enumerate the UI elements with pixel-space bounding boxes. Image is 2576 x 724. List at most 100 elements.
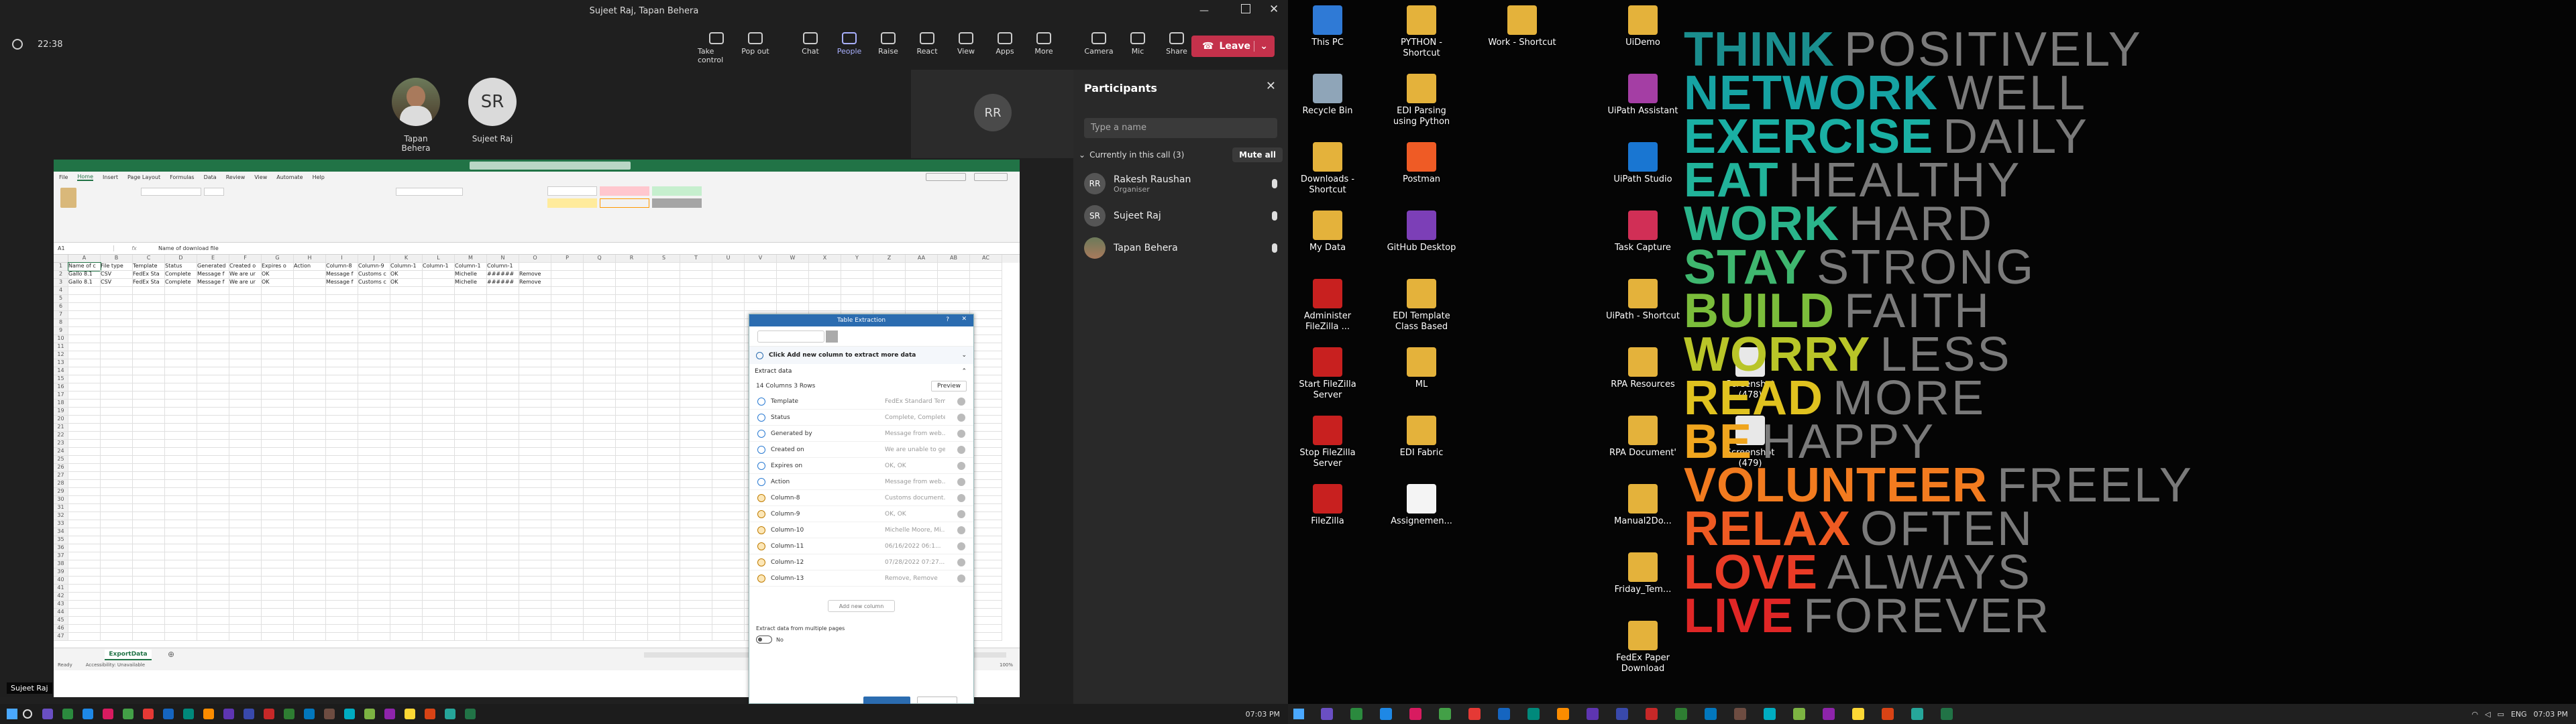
- cell[interactable]: [712, 456, 745, 464]
- cell[interactable]: [551, 552, 584, 560]
- cell[interactable]: [294, 617, 326, 625]
- cell[interactable]: [68, 472, 101, 480]
- row-header[interactable]: 38: [54, 560, 68, 568]
- cell[interactable]: [648, 400, 680, 408]
- cell[interactable]: [487, 359, 519, 367]
- cell[interactable]: [358, 335, 390, 343]
- cell[interactable]: [358, 367, 390, 375]
- cell[interactable]: [68, 601, 101, 609]
- column-header[interactable]: G: [262, 255, 294, 263]
- cell[interactable]: [680, 625, 712, 633]
- cell[interactable]: [165, 359, 197, 367]
- wifi-icon[interactable]: ◠: [2471, 710, 2478, 719]
- cell[interactable]: [712, 625, 745, 633]
- taskbar-app-icon[interactable]: [103, 709, 113, 719]
- cell[interactable]: [358, 375, 390, 383]
- cell[interactable]: [101, 496, 133, 504]
- cell[interactable]: [197, 367, 229, 375]
- cell[interactable]: [551, 512, 584, 520]
- multi-page-toggle[interactable]: [756, 636, 772, 644]
- cell[interactable]: [294, 367, 326, 375]
- control-chat-button[interactable]: Chat: [792, 32, 829, 64]
- cell[interactable]: [326, 335, 358, 343]
- cell[interactable]: [455, 568, 487, 577]
- cell[interactable]: [680, 263, 712, 271]
- cell[interactable]: [262, 391, 294, 400]
- cell[interactable]: [455, 295, 487, 303]
- row-header[interactable]: 25: [54, 456, 68, 464]
- cell[interactable]: [358, 577, 390, 585]
- cell[interactable]: [616, 520, 648, 528]
- cell[interactable]: [487, 295, 519, 303]
- row-header[interactable]: 42: [54, 593, 68, 601]
- cell[interactable]: [680, 448, 712, 456]
- style-check-cell[interactable]: [652, 198, 702, 208]
- cell[interactable]: [584, 609, 616, 617]
- cell[interactable]: [326, 359, 358, 367]
- taskbar-app-icon[interactable]: [425, 709, 435, 719]
- cell[interactable]: [970, 383, 1002, 391]
- cell[interactable]: [455, 311, 487, 319]
- cell[interactable]: [358, 504, 390, 512]
- cell[interactable]: [519, 496, 551, 504]
- cell[interactable]: [294, 287, 326, 295]
- cell[interactable]: [390, 391, 423, 400]
- cell[interactable]: [101, 432, 133, 440]
- taskbar-app-icon[interactable]: [1409, 708, 1421, 720]
- cell[interactable]: [229, 295, 262, 303]
- ribbon-tab[interactable]: Page Layout: [127, 174, 160, 180]
- cell[interactable]: [970, 593, 1002, 601]
- cell[interactable]: [970, 464, 1002, 472]
- cell[interactable]: [487, 367, 519, 375]
- cell[interactable]: [487, 440, 519, 448]
- taskbar-app-icon[interactable]: [83, 709, 93, 719]
- desktop-icon[interactable]: Manual2Do...: [1606, 484, 1680, 527]
- cell[interactable]: [101, 528, 133, 536]
- taskbar-app-icon[interactable]: [1321, 708, 1333, 720]
- cell[interactable]: [551, 279, 584, 287]
- cell[interactable]: [712, 480, 745, 488]
- cell[interactable]: [455, 432, 487, 440]
- cell[interactable]: [68, 552, 101, 560]
- cell[interactable]: [68, 375, 101, 383]
- cell[interactable]: [455, 408, 487, 416]
- cell[interactable]: [197, 440, 229, 448]
- cell[interactable]: CSV: [101, 271, 133, 279]
- cell[interactable]: [519, 464, 551, 472]
- cell[interactable]: [133, 351, 165, 359]
- cell[interactable]: [712, 408, 745, 416]
- cell[interactable]: [423, 585, 455, 593]
- cell[interactable]: [326, 343, 358, 351]
- cell[interactable]: [680, 351, 712, 359]
- row-header[interactable]: 7: [54, 311, 68, 319]
- cell[interactable]: [197, 359, 229, 367]
- cell[interactable]: [326, 528, 358, 536]
- column-header[interactable]: O: [519, 255, 551, 263]
- cell[interactable]: [197, 585, 229, 593]
- cell[interactable]: [326, 472, 358, 480]
- cell[interactable]: [648, 295, 680, 303]
- cell[interactable]: [68, 464, 101, 472]
- cell[interactable]: [519, 319, 551, 327]
- cell[interactable]: [294, 552, 326, 560]
- cell[interactable]: [165, 319, 197, 327]
- cell[interactable]: [712, 440, 745, 448]
- row-header[interactable]: 9: [54, 327, 68, 335]
- cell[interactable]: [358, 359, 390, 367]
- cell[interactable]: [712, 383, 745, 391]
- cell[interactable]: [68, 625, 101, 633]
- cell[interactable]: [519, 359, 551, 367]
- cell[interactable]: [551, 319, 584, 327]
- cell[interactable]: [262, 601, 294, 609]
- cell[interactable]: [165, 568, 197, 577]
- desktop-icon[interactable]: EDI Template Class Based: [1385, 279, 1458, 333]
- cell[interactable]: [487, 464, 519, 472]
- cell[interactable]: [390, 536, 423, 544]
- cell[interactable]: [616, 391, 648, 400]
- remove-column-icon[interactable]: [957, 509, 965, 518]
- cell[interactable]: [455, 319, 487, 327]
- cell[interactable]: [197, 512, 229, 520]
- column-header[interactable]: C: [133, 255, 165, 263]
- cell[interactable]: [229, 464, 262, 472]
- cell[interactable]: [197, 472, 229, 480]
